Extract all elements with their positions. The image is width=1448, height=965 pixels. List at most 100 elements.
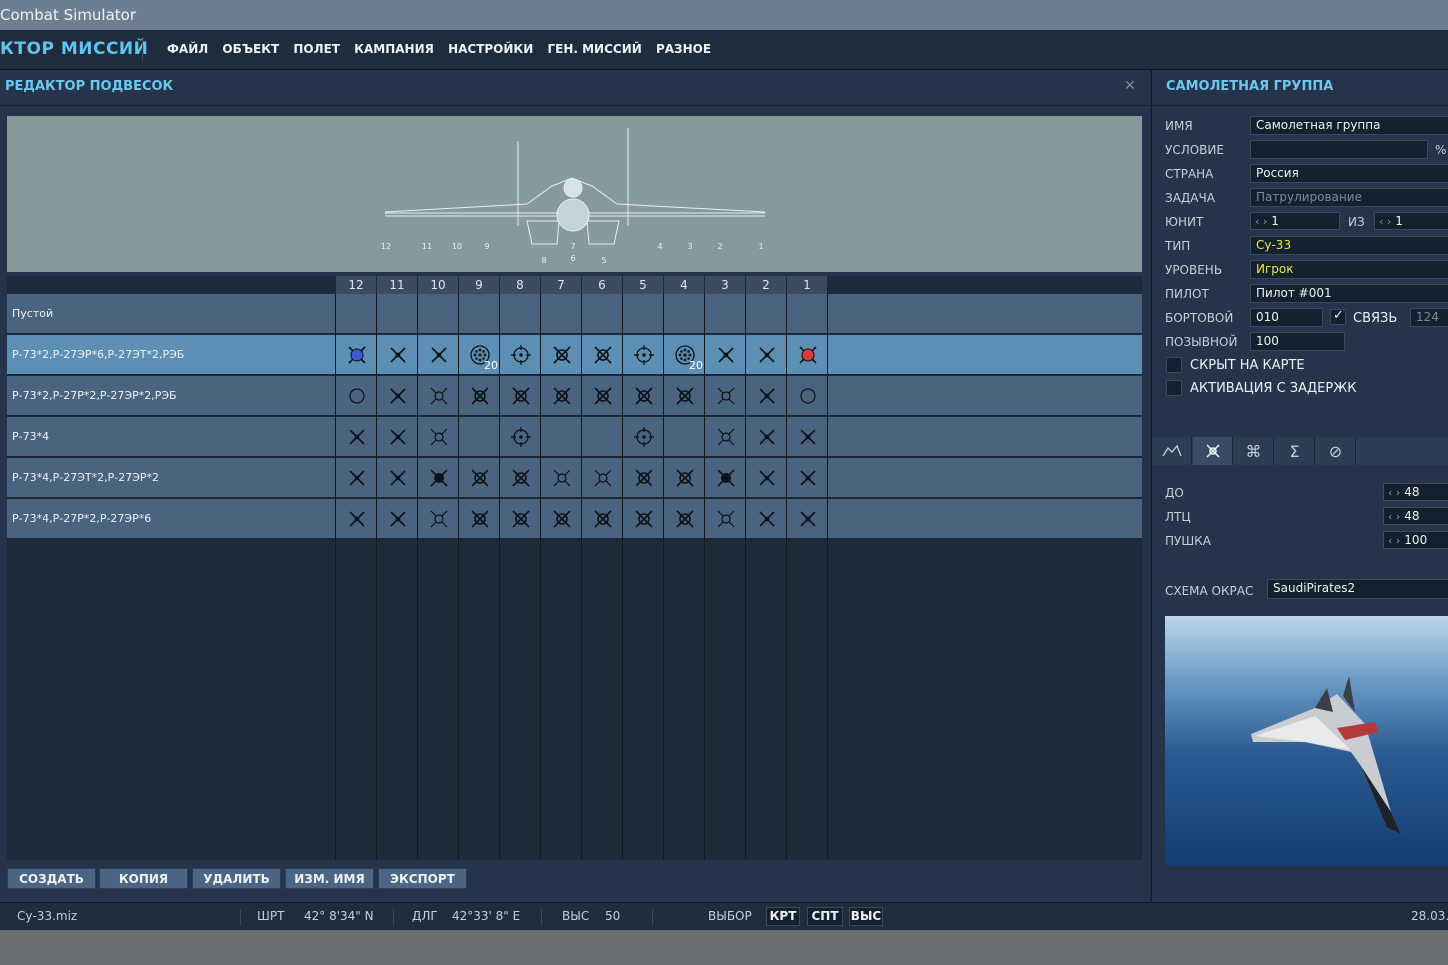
- pylon-cell[interactable]: [541, 294, 582, 334]
- pylon-cell[interactable]: [500, 376, 541, 416]
- pylon-cell[interactable]: [336, 294, 377, 334]
- stepper-arrows-icon[interactable]: ‹ ›: [1388, 486, 1400, 499]
- pylon-cell[interactable]: [500, 499, 541, 539]
- create-button[interactable]: СОЗДАТЬ: [7, 868, 96, 889]
- pylon-cell[interactable]: [623, 499, 664, 539]
- pylon-cell[interactable]: [582, 499, 623, 539]
- pylon-cell[interactable]: [377, 294, 418, 334]
- pylon-cell[interactable]: [500, 417, 541, 457]
- pylon-cell[interactable]: [746, 499, 787, 539]
- loadout-row[interactable]: Р-73*4: [7, 417, 1142, 457]
- pylon-cell[interactable]: [541, 417, 582, 457]
- pylon-cell[interactable]: [459, 294, 500, 334]
- gun-stepper[interactable]: ‹ › 100: [1383, 531, 1448, 549]
- route-icon[interactable]: [1152, 437, 1192, 465]
- pylon-cell[interactable]: [705, 294, 746, 334]
- pylon-cell[interactable]: [500, 458, 541, 498]
- pylon-cell[interactable]: [746, 417, 787, 457]
- pylon-cell[interactable]: [787, 499, 828, 539]
- delete-button[interactable]: УДАЛИТЬ: [192, 868, 281, 889]
- pylon-cell[interactable]: [664, 417, 705, 457]
- loadout-row[interactable]: Пустой: [7, 294, 1142, 334]
- stepper-arrows-icon[interactable]: ‹ ›: [1388, 534, 1400, 547]
- loadout-row[interactable]: Р-73*2,Р-27Р*2,Р-27ЭР*2,РЭБ: [7, 376, 1142, 416]
- menu-file[interactable]: ФАЙЛ: [167, 42, 208, 56]
- pylon-cell[interactable]: [500, 335, 541, 375]
- close-icon[interactable]: ✕: [1124, 78, 1136, 94]
- unit-stepper[interactable]: ‹ › 1: [1250, 212, 1340, 230]
- country-select[interactable]: Россия: [1250, 164, 1448, 183]
- pylon-cell[interactable]: [623, 335, 664, 375]
- pylon-cell[interactable]: [418, 335, 459, 375]
- pylon-cell[interactable]: [377, 335, 418, 375]
- pylon-cell[interactable]: [705, 417, 746, 457]
- pylon-cell[interactable]: [664, 376, 705, 416]
- skill-select[interactable]: Игрок: [1250, 260, 1448, 279]
- payload-icon[interactable]: [1193, 437, 1233, 465]
- pylon-cell[interactable]: [582, 458, 623, 498]
- pylon-cell[interactable]: [459, 499, 500, 539]
- pilot-field[interactable]: Пилот #001: [1250, 284, 1448, 303]
- menu-mission-gen[interactable]: ГЕН. МИССИЙ: [547, 42, 641, 56]
- pylon-cell[interactable]: [746, 335, 787, 375]
- loadout-row[interactable]: Р-73*4,Р-27ЭТ*2,Р-27ЭР*2: [7, 458, 1142, 498]
- pylon-cell[interactable]: [705, 335, 746, 375]
- pylon-cell[interactable]: [377, 376, 418, 416]
- pylon-cell[interactable]: [705, 458, 746, 498]
- export-button[interactable]: ЭКСПОРТ: [378, 868, 467, 889]
- satellite-mode-button[interactable]: СПТ: [807, 907, 843, 926]
- pylon-cell[interactable]: [500, 294, 541, 334]
- menu-object[interactable]: ОБЪЕКТ: [222, 42, 279, 56]
- board-number-field[interactable]: 010: [1250, 308, 1323, 327]
- altitude-mode-button[interactable]: ВЫС: [849, 907, 883, 926]
- stepper-arrows-icon[interactable]: ‹ ›: [1388, 510, 1400, 523]
- pylon-cell[interactable]: [418, 499, 459, 539]
- pylon-cell[interactable]: [582, 376, 623, 416]
- pylon-cell[interactable]: [336, 376, 377, 416]
- chaff-stepper[interactable]: ‹ › 48: [1383, 507, 1448, 525]
- menu-settings[interactable]: НАСТРОЙКИ: [448, 42, 533, 56]
- hidden-on-map-checkbox[interactable]: [1166, 357, 1182, 373]
- menu-campaign[interactable]: КАМПАНИЯ: [354, 42, 434, 56]
- prohibit-icon[interactable]: ⊘: [1316, 437, 1356, 465]
- pylon-cell[interactable]: [787, 294, 828, 334]
- rename-button[interactable]: ИЗМ. ИМЯ: [285, 868, 374, 889]
- pylon-cell[interactable]: [377, 458, 418, 498]
- pylon-cell[interactable]: [787, 335, 828, 375]
- systems-icon[interactable]: ⌘: [1234, 437, 1274, 465]
- pylon-cell[interactable]: [746, 376, 787, 416]
- pylon-cell[interactable]: [664, 294, 705, 334]
- condition-field[interactable]: [1250, 140, 1428, 159]
- pylon-cell[interactable]: [787, 376, 828, 416]
- summary-icon[interactable]: Σ: [1275, 437, 1315, 465]
- pylon-cell[interactable]: [459, 417, 500, 457]
- pylon-cell[interactable]: [582, 294, 623, 334]
- pylon-cell[interactable]: [582, 335, 623, 375]
- menu-flight[interactable]: ПОЛЕТ: [293, 42, 340, 56]
- pylon-cell[interactable]: [336, 458, 377, 498]
- pylon-cell[interactable]: [418, 376, 459, 416]
- pylon-cell[interactable]: [582, 417, 623, 457]
- pylon-cell[interactable]: [336, 417, 377, 457]
- pylon-cell[interactable]: [541, 458, 582, 498]
- pylon-cell[interactable]: [459, 376, 500, 416]
- pylon-cell[interactable]: [705, 376, 746, 416]
- pylon-cell[interactable]: [787, 417, 828, 457]
- pylon-cell[interactable]: [705, 499, 746, 539]
- callsign-field[interactable]: 100: [1250, 332, 1345, 351]
- pylon-cell[interactable]: [623, 376, 664, 416]
- pylon-cell[interactable]: [418, 458, 459, 498]
- link-checkbox[interactable]: ✓: [1330, 308, 1346, 325]
- name-field[interactable]: Самолетная группа: [1250, 116, 1448, 135]
- livery-select[interactable]: SaudiPirates2: [1267, 579, 1448, 599]
- pylon-cell[interactable]: [541, 499, 582, 539]
- menu-misc[interactable]: РАЗНОЕ: [656, 42, 711, 56]
- delayed-activation-checkbox[interactable]: [1166, 380, 1182, 396]
- pylon-cell[interactable]: [623, 458, 664, 498]
- pylon-cell[interactable]: [623, 294, 664, 334]
- loadout-row[interactable]: Р-73*4,Р-27Р*2,Р-27ЭР*6: [7, 499, 1142, 539]
- pylon-cell[interactable]: [377, 417, 418, 457]
- of-stepper[interactable]: ‹ › 1: [1374, 212, 1448, 230]
- map-mode-button[interactable]: КРТ: [766, 907, 800, 926]
- pylon-cell[interactable]: [459, 458, 500, 498]
